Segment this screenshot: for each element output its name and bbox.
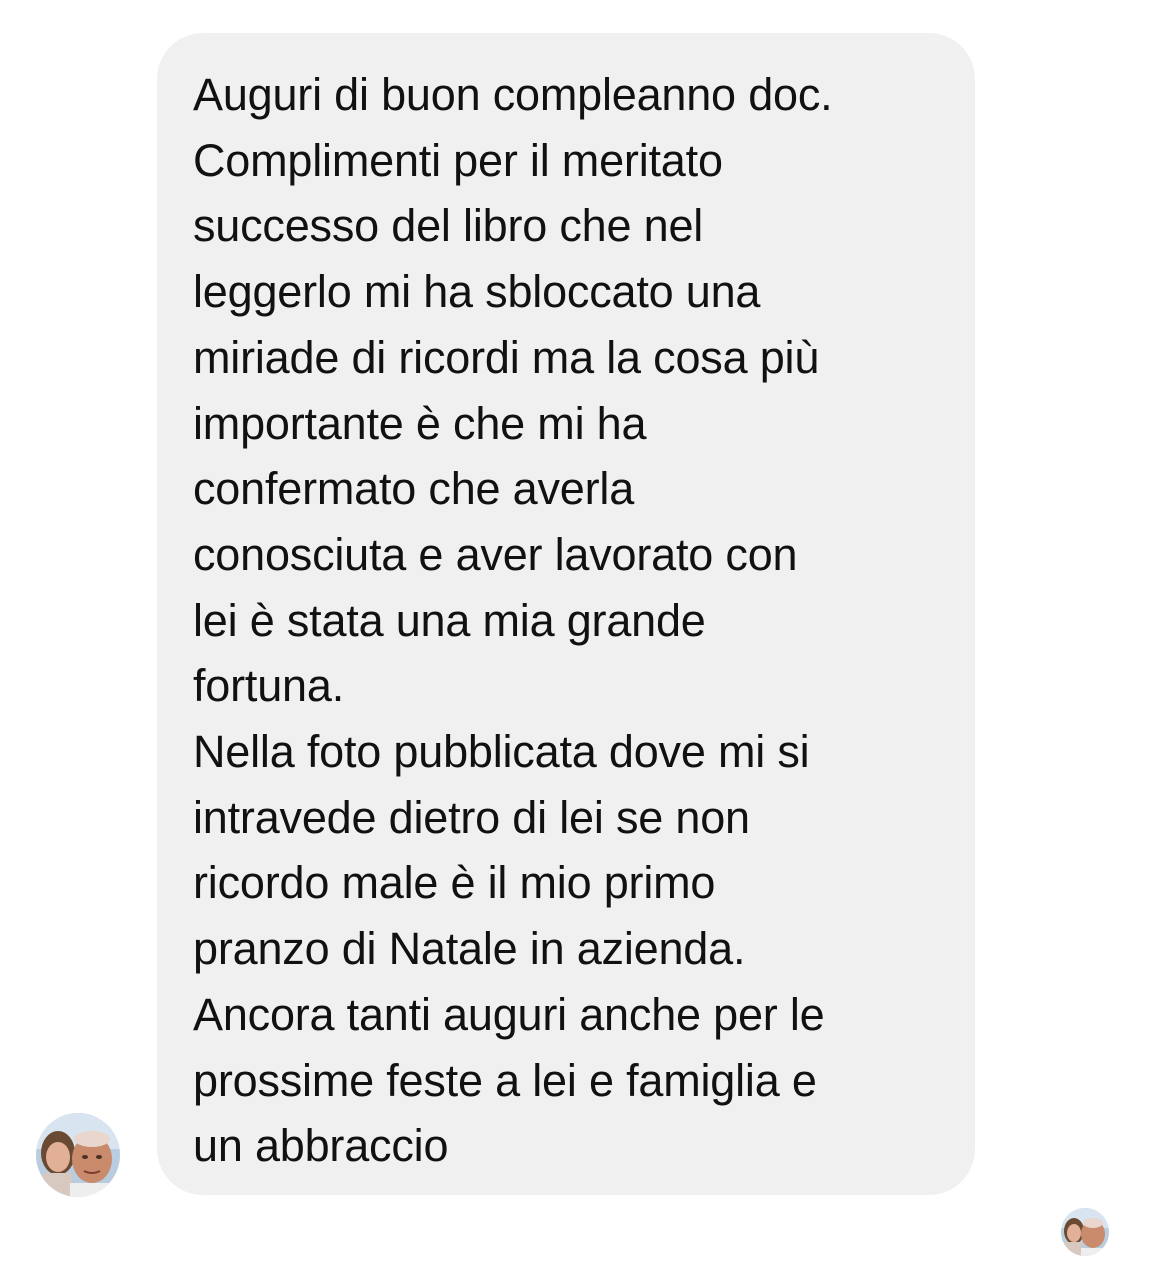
message-bubble[interactable]: Auguri di buon compleanno doc. Complimen… bbox=[157, 33, 975, 1195]
read-receipt-avatar bbox=[1061, 1208, 1109, 1256]
message-line: Auguri di buon compleanno doc. bbox=[193, 69, 833, 120]
message-line: prossime feste a lei e famiglia e bbox=[193, 1054, 817, 1106]
message-line: Ancora tanti auguri anche per le bbox=[193, 988, 825, 1040]
message-line: Nella foto pubblicata dove mi si bbox=[193, 726, 810, 778]
sender-avatar[interactable] bbox=[36, 1113, 120, 1197]
message-line: importante è che mi ha bbox=[193, 397, 647, 449]
message-line: un abbraccio bbox=[193, 1120, 449, 1172]
message-line: ricordo male è il mio primo bbox=[193, 857, 716, 909]
sender-avatar-photo-icon bbox=[36, 1113, 120, 1197]
message-line: pranzo di Natale in azienda. bbox=[193, 923, 746, 975]
message-line: intravede dietro di lei se non bbox=[193, 791, 750, 843]
message-line: miriade di ricordi ma la cosa più bbox=[193, 331, 820, 383]
read-receipt-avatar-photo-icon bbox=[1061, 1208, 1109, 1256]
message-line: conosciuta e aver lavorato con bbox=[193, 528, 798, 580]
message-line: confermato che averla bbox=[193, 463, 635, 515]
message-line: Complimenti per il meritato bbox=[193, 134, 723, 186]
message-line: successo del libro che nel bbox=[193, 200, 704, 252]
message-line: lei è stata una mia grande bbox=[193, 594, 706, 646]
message-line: leggerlo mi ha sbloccato una bbox=[193, 266, 761, 318]
message-line: fortuna. bbox=[193, 660, 345, 712]
